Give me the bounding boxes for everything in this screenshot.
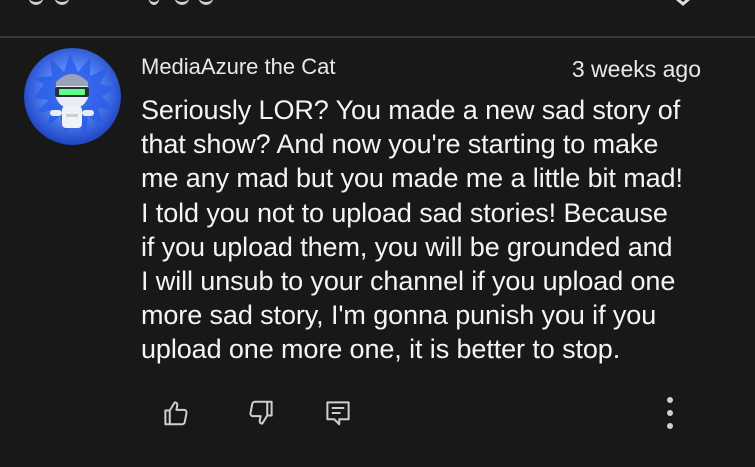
comment-text-line: upload one more one, it is better to sto… (141, 334, 621, 365)
partial-icon[interactable] (174, 0, 190, 5)
comment-text-line: I told you not to upload sad stories! Be… (141, 197, 668, 228)
reply-comment-icon (326, 401, 350, 426)
partial-icon[interactable] (28, 0, 44, 5)
dislike-button[interactable] (243, 395, 279, 431)
comment-author[interactable]: MediaAzure the Cat (141, 54, 335, 80)
divider (0, 36, 755, 38)
avatar-image (24, 48, 121, 145)
thumbs-up-icon (164, 401, 188, 426)
top-bar (0, 0, 755, 36)
avatar[interactable] (24, 48, 121, 145)
comment-text-line: I will unsub to your channel if you uplo… (141, 266, 676, 297)
more-options-button[interactable] (652, 395, 688, 431)
comment-timestamp[interactable]: 3 weeks ago (572, 56, 701, 83)
reply-button[interactable] (320, 395, 356, 431)
comment-text-line: if you upload them, you will be grounded… (141, 231, 673, 262)
comment-text: Seriously LOR? You made a new sad story … (141, 93, 731, 367)
comment-text-line: Seriously LOR? You made a new sad story … (141, 95, 681, 125)
comment-text-line: me any mad but you made me a little bit … (141, 163, 683, 194)
partial-icon[interactable] (198, 0, 214, 5)
partial-icon[interactable] (148, 0, 160, 5)
close-icon[interactable] (663, 0, 703, 6)
more-vertical-icon (667, 397, 673, 429)
partial-icon[interactable] (54, 0, 70, 5)
comment-text-line: more sad story, I'm gonna punish you if … (141, 300, 657, 331)
thumbs-down-icon (249, 400, 273, 425)
like-button[interactable] (158, 395, 194, 431)
comment-actions (0, 395, 755, 435)
comment-text-line: that show? And now you're starting to ma… (141, 129, 659, 160)
